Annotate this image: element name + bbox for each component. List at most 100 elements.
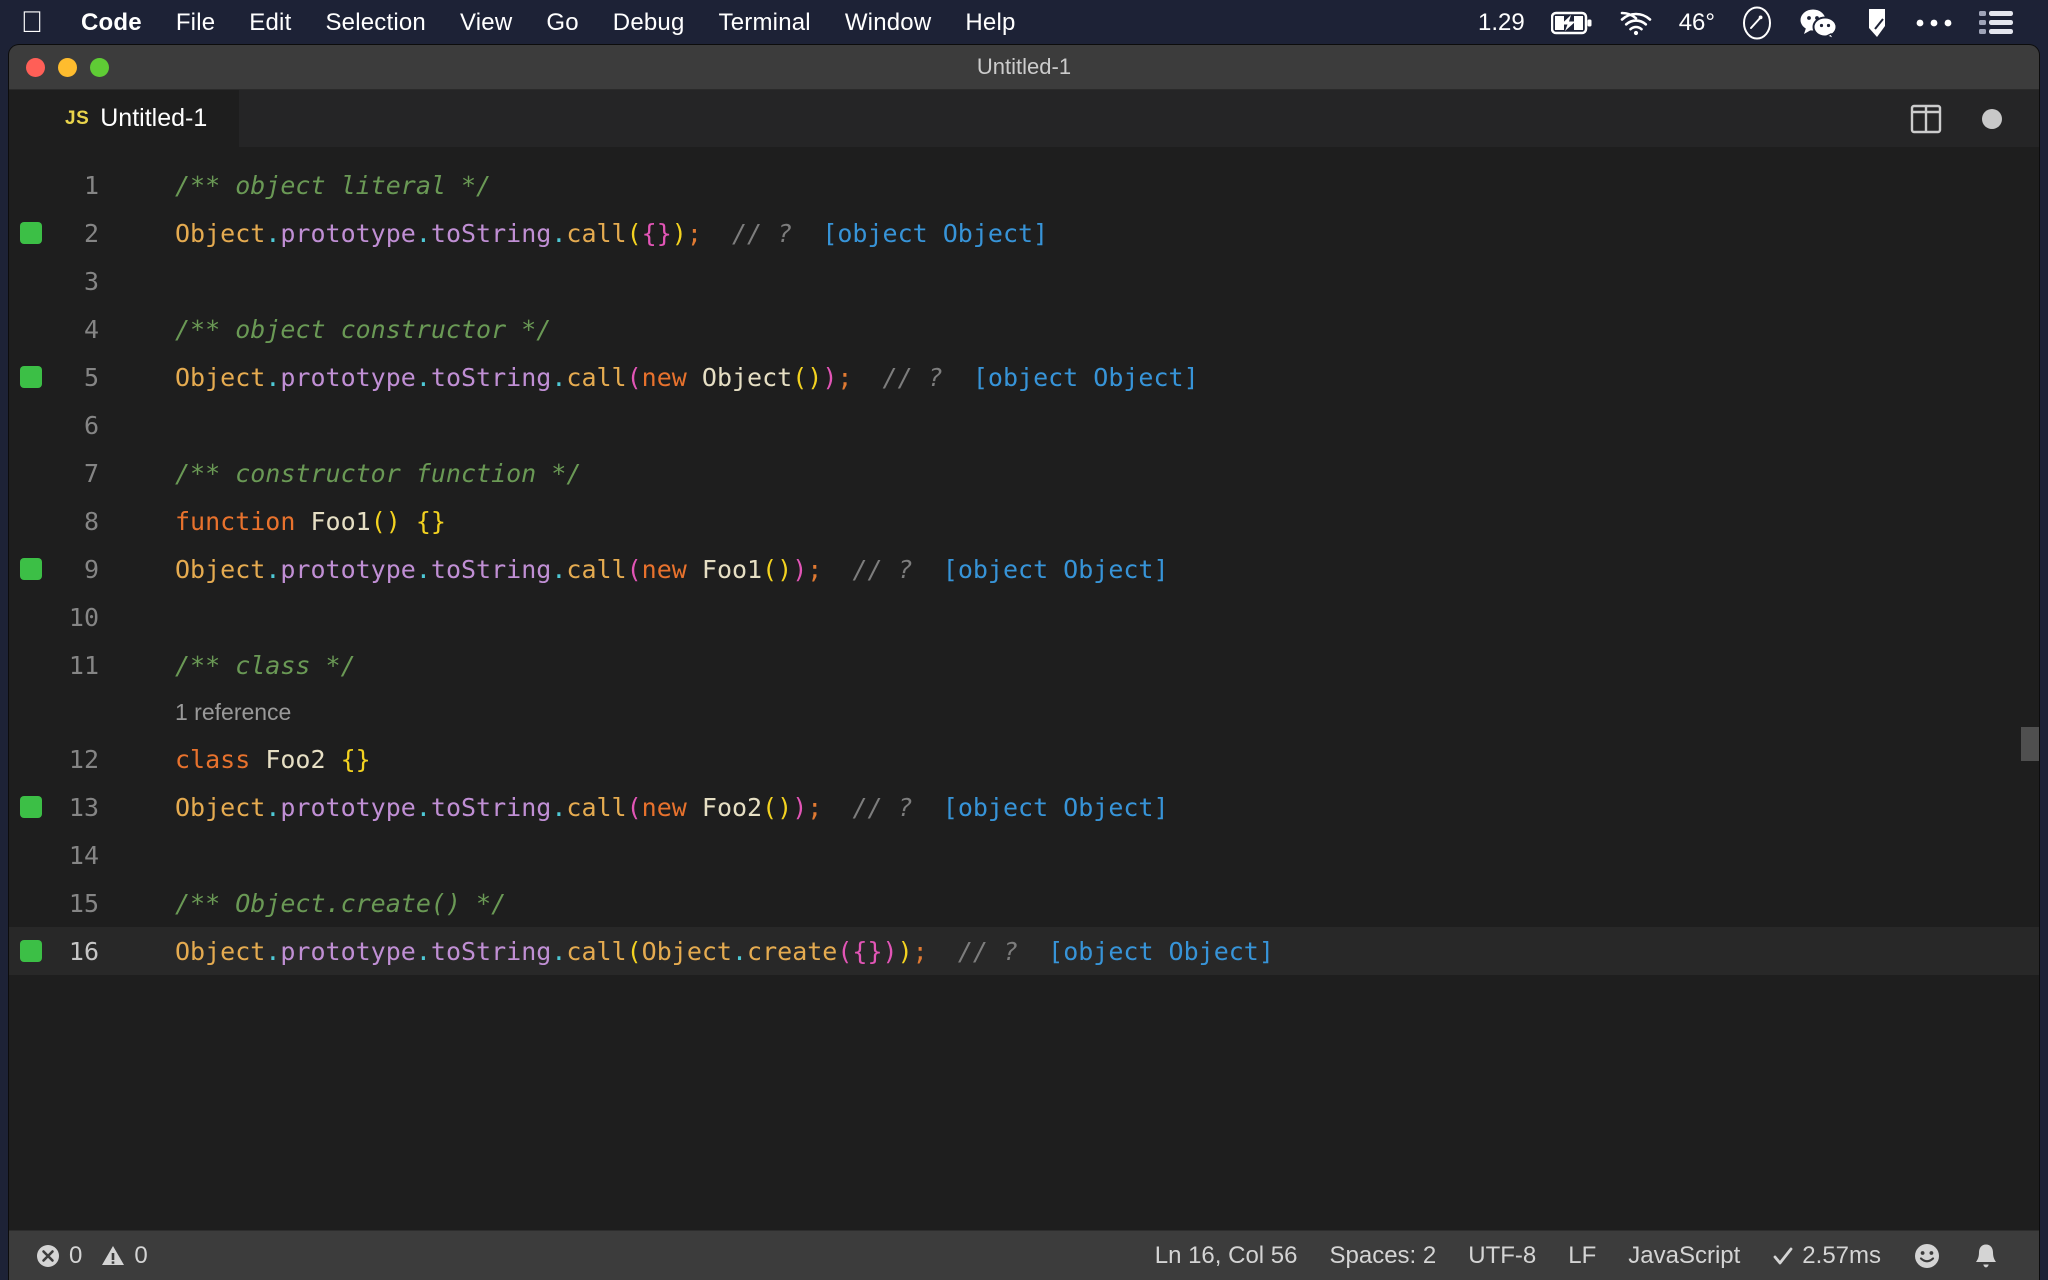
- cursor-position-status[interactable]: Ln 16, Col 56: [1139, 1231, 1314, 1280]
- token: call: [566, 792, 627, 822]
- ellipsis-icon[interactable]: [1902, 0, 1966, 45]
- menu-item-help[interactable]: Help: [948, 0, 1032, 45]
- token: {}: [641, 218, 672, 248]
- token: Object: [701, 362, 793, 392]
- token: {}: [415, 506, 446, 536]
- encoding-status[interactable]: UTF-8: [1452, 1231, 1552, 1280]
- menu-item-code[interactable]: Code: [64, 0, 159, 45]
- breakpoint-indicator-line-2[interactable]: [20, 222, 42, 244]
- token: /** object constructor */: [175, 314, 552, 344]
- split-editor-icon[interactable]: [1909, 102, 1943, 136]
- siri-icon[interactable]: [1728, 0, 1786, 45]
- menu-item-file[interactable]: File: [159, 0, 232, 45]
- code-line-14[interactable]: 14: [9, 831, 2039, 879]
- line-number-11: 11: [68, 650, 99, 680]
- breakpoint-indicator-line-9[interactable]: [20, 558, 42, 580]
- eol-status[interactable]: LF: [1552, 1231, 1612, 1280]
- breakpoint-indicator-line-13[interactable]: [20, 796, 42, 818]
- token: // ?: [822, 792, 943, 822]
- menu-item-edit[interactable]: Edit: [232, 0, 308, 45]
- bell-icon[interactable]: [1957, 1231, 2015, 1280]
- code-line-9[interactable]: 9 Object.prototype.toString.call(new Foo1…: [9, 545, 2039, 593]
- code-line-11[interactable]: 11 /** class */: [9, 641, 2039, 689]
- menu-item-go[interactable]: Go: [529, 0, 595, 45]
- token: toString: [430, 554, 552, 584]
- editor-actions: [1909, 90, 2039, 147]
- menu-item-window[interactable]: Window: [828, 0, 949, 45]
- token: ): [882, 936, 898, 966]
- line-content-2: Object.prototype.toString.call({}); // ?…: [121, 219, 2039, 248]
- code-line-16[interactable]: 16 Object.prototype.toString.call(Object.…: [9, 927, 2039, 975]
- token: ;: [686, 218, 702, 248]
- code-line-1[interactable]: 1 /** object literal */: [9, 161, 2039, 209]
- zoom-window-button[interactable]: [90, 57, 109, 77]
- status-bar: 0 0 Ln 16, Col 56 Spaces: 2 UTF-8 LF Jav…: [9, 1230, 2039, 1280]
- tab-untitled-1[interactable]: JS Untitled-1: [9, 90, 239, 147]
- language-mode-status[interactable]: JavaScript: [1612, 1231, 1756, 1280]
- token: call: [566, 218, 627, 248]
- token: class: [175, 744, 266, 774]
- minimize-window-button[interactable]: [58, 57, 77, 77]
- token: prototype: [280, 936, 416, 966]
- menubar-clock[interactable]: 1.29: [1465, 0, 1538, 45]
- control-center-icon[interactable]: [1966, 0, 2026, 45]
- token: new: [641, 792, 702, 822]
- unsaved-changes-dot[interactable]: [1975, 102, 2009, 136]
- token: new: [641, 362, 702, 392]
- menu-item-view[interactable]: View: [443, 0, 529, 45]
- codelens-label[interactable]: 1 reference: [175, 699, 291, 726]
- code-line-5[interactable]: 5 Object.prototype.toString.call(new Obje…: [9, 353, 2039, 401]
- code-line-10[interactable]: 10: [9, 593, 2039, 641]
- smiley-icon[interactable]: [1897, 1231, 1957, 1280]
- code-line-2[interactable]: 2 Object.prototype.toString.call({}); // …: [9, 209, 2039, 257]
- line-content-13: Object.prototype.toString.call(new Foo2(…: [121, 793, 2039, 822]
- wechat-icon[interactable]: [1786, 0, 1852, 45]
- code-line-3[interactable]: 3: [9, 257, 2039, 305]
- window-titlebar: Untitled-1: [9, 45, 2039, 90]
- code-line-6[interactable]: 6: [9, 401, 2039, 449]
- token: // ?: [852, 362, 973, 392]
- codelens-reference[interactable]: 1 reference: [9, 689, 2039, 735]
- breakpoint-indicator-line-16[interactable]: [20, 940, 42, 962]
- traffic-lights: [9, 57, 109, 77]
- menu-item-terminal[interactable]: Terminal: [702, 0, 828, 45]
- warning-count: 0: [134, 1241, 148, 1269]
- battery-charging-icon[interactable]: [1538, 0, 1606, 45]
- token: Object: [641, 936, 732, 966]
- menubar-temperature[interactable]: 46°: [1666, 0, 1728, 45]
- window-title: Untitled-1: [976, 54, 1072, 79]
- code-line-12[interactable]: 12 class Foo2 {}: [9, 735, 2039, 783]
- token: toString: [430, 362, 552, 392]
- indentation-status[interactable]: Spaces: 2: [1314, 1231, 1453, 1280]
- token: [object Object]: [822, 218, 1049, 248]
- menu-item-debug[interactable]: Debug: [596, 0, 702, 45]
- editor-tab-bar: JS Untitled-1: [9, 90, 2039, 147]
- line-content-8: function Foo1() {}: [121, 507, 2039, 536]
- token: Object: [175, 554, 266, 584]
- editor-vertical-scrollbar[interactable]: [2021, 147, 2039, 1230]
- token: Foo1: [310, 506, 371, 536]
- code-line-15[interactable]: 15 /** Object.create() */: [9, 879, 2039, 927]
- code-line-7[interactable]: 7 /** constructor function */: [9, 449, 2039, 497]
- tabbar-spacer: [239, 90, 1909, 147]
- code-editor[interactable]: 1 /** object literal */ 2 Object.prototype.…: [9, 147, 2039, 1230]
- unknown-app-icon[interactable]: [1852, 0, 1902, 45]
- code-line-13[interactable]: 13 Object.prototype.toString.call(new Foo…: [9, 783, 2039, 831]
- line-content-9: Object.prototype.toString.call(new Foo1(…: [121, 555, 2039, 584]
- line-number-3: 3: [83, 266, 99, 296]
- breakpoint-indicator-line-5[interactable]: [20, 366, 42, 388]
- close-window-button[interactable]: [26, 57, 45, 77]
- menu-item-selection[interactable]: Selection: [308, 0, 443, 45]
- line-number-7: 7: [83, 458, 99, 488]
- code-line-8[interactable]: 8 function Foo1() {}: [9, 497, 2039, 545]
- token: (: [626, 936, 642, 966]
- apple-logo-icon[interactable]: : [0, 7, 64, 38]
- wifi-icon[interactable]: [1606, 0, 1666, 45]
- token: .: [265, 218, 281, 248]
- quokka-runtime-status[interactable]: 2.57ms: [1756, 1231, 1897, 1280]
- token: .: [551, 362, 567, 392]
- scrollbar-thumb[interactable]: [2021, 727, 2039, 761]
- problems-status[interactable]: 0 0: [35, 1231, 164, 1280]
- code-line-4[interactable]: 4 /** object constructor */: [9, 305, 2039, 353]
